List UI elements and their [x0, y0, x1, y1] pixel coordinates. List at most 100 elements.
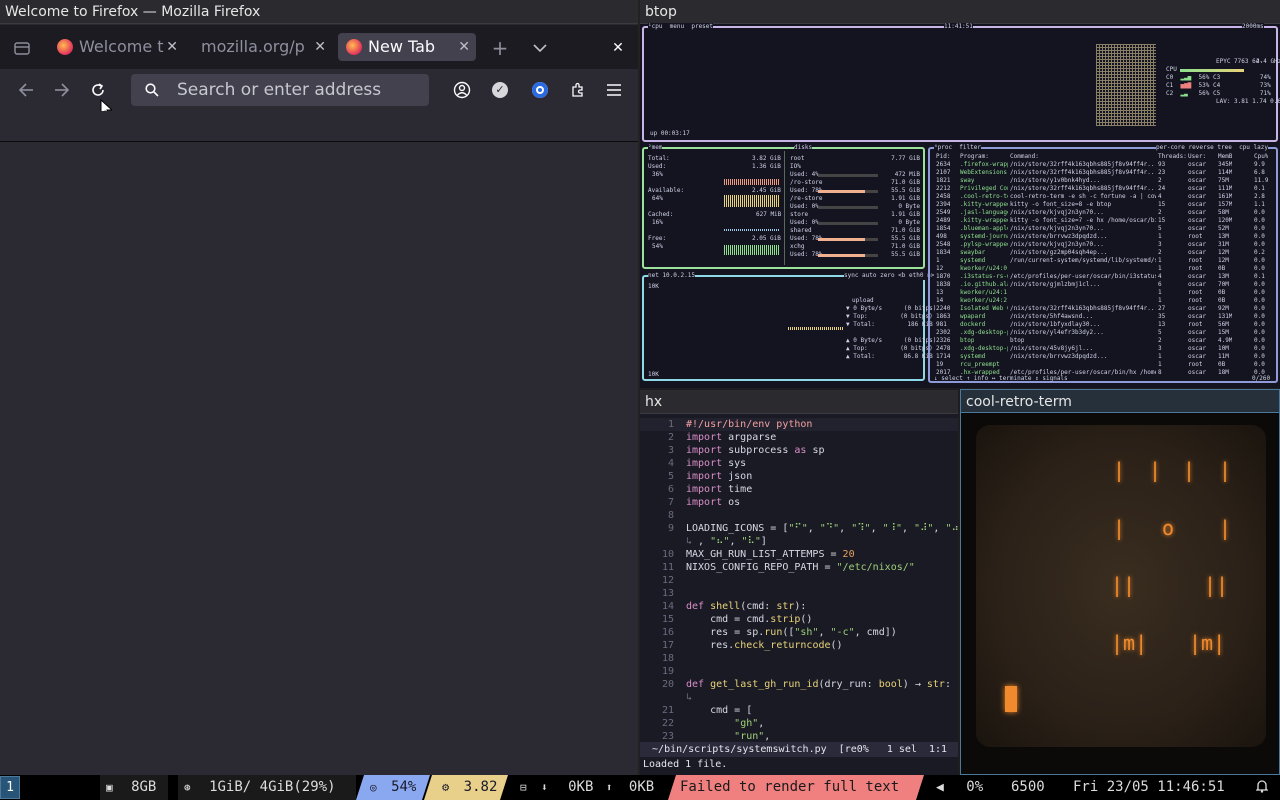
proc-cell: 13M: [1218, 273, 1229, 280]
line-content: import sys: [686, 458, 747, 469]
cpu-box-tabs[interactable]: ¹cpu menu preset: [648, 23, 714, 31]
folder-tabs-icon[interactable]: [10, 36, 34, 60]
line-number: 2: [667, 432, 674, 443]
code-line[interactable]: 5 import json: [640, 470, 958, 483]
proc-cell: 0.0: [1254, 329, 1265, 336]
code-line[interactable]: 16 res = sp.run(["sh", "-c", cmd]): [640, 626, 958, 639]
extension-icon[interactable]: ✓: [488, 78, 512, 102]
code-line[interactable]: 17 res.check_returncode(): [640, 639, 958, 652]
clock-segment: Fri 23/05 11:46:51: [1073, 775, 1243, 800]
disk-name: shared: [790, 227, 812, 234]
code-line[interactable]: 10 MAX_GH_RUN_LIST_ATTEMPS = 20: [640, 548, 958, 561]
disk-size: 0 Byte: [898, 203, 920, 210]
close-icon[interactable]: ✕: [166, 33, 178, 61]
code-line[interactable]: 7 import os: [640, 496, 958, 509]
code-line[interactable]: ↳ , "⠦", "⠧"]: [640, 535, 958, 548]
workspace-button[interactable]: 1: [0, 776, 20, 799]
disk-size: 1.91 GiB: [891, 195, 920, 202]
puzzle-icon[interactable]: [566, 78, 590, 102]
code-line[interactable]: 20 def get_last_gh_run_id(dry_run: bool) …: [640, 678, 958, 691]
new-tab-icon[interactable]: +: [488, 36, 512, 60]
proc-cell: 1: [1158, 233, 1162, 240]
proc-cell: 0.0: [1254, 281, 1265, 288]
net-upload-rows: ▲ 0 Byte/s (0 bitps) ▲ Top: (0 bitps) ▲ …: [846, 337, 937, 360]
code-line[interactable]: 13: [640, 587, 958, 600]
line-content: ↳: [686, 692, 693, 703]
divider: [784, 151, 785, 265]
proc-cell: oscar: [1188, 353, 1207, 360]
proc-cell: 10M: [1218, 345, 1229, 352]
proc-cell: 1: [1158, 265, 1162, 272]
extension-icon[interactable]: [528, 78, 552, 102]
tab-list-icon[interactable]: [528, 36, 552, 60]
code-line[interactable]: 3 import subprocess as sp: [640, 444, 958, 457]
close-icon[interactable]: ✕: [458, 33, 470, 61]
proc-cell: 0.0: [1254, 265, 1265, 272]
code-line[interactable]: 15 cmd = cmd.strip(): [640, 613, 958, 626]
line-number: 10: [661, 549, 674, 560]
proc-box-title[interactable]: ⁴proc filter: [934, 144, 981, 152]
code-line[interactable]: 22 "gh",: [640, 717, 958, 730]
proc-cell: 35: [1158, 313, 1166, 320]
account-icon[interactable]: [450, 78, 474, 102]
proc-footer[interactable]: ↓ select ↑ info ↔ terminate ↕ signals: [934, 375, 1068, 383]
proc-cell: /nix/store/32rff4k163qbhs885jf8v94ff4r..…: [1010, 161, 1156, 168]
tab-mozilla[interactable]: mozilla.org/p ✕: [190, 33, 332, 61]
mem-used: 1.36 GiB: [752, 163, 781, 170]
mem-cached-pct: 16%: [652, 219, 663, 226]
volume-segment[interactable]: ◀ 0%: [936, 775, 996, 800]
gear-icon: ⚙: [442, 780, 450, 794]
net-tabs[interactable]: sync auto zero <b eth0 n>: [844, 272, 935, 280]
line-content: LOADING_ICONS = ["⠋", "⠙", "⠹", "⠸", "⠼"…: [686, 523, 965, 534]
line-number: 9: [667, 523, 674, 534]
code-line[interactable]: 19: [640, 665, 958, 678]
code-line[interactable]: 18: [640, 652, 958, 665]
proc-cell: oscar: [1188, 281, 1207, 288]
code-line[interactable]: ↳: [640, 691, 958, 704]
proc-cell: Pid:: [936, 153, 951, 160]
proc-cell: root: [1188, 297, 1203, 304]
code-line[interactable]: 14 def shell(cmd: str):: [640, 600, 958, 613]
proc-cell: /nix/store/y1v0bnk4hyd...: [1010, 177, 1101, 184]
btop-update-ms[interactable]: 2000ms: [1242, 23, 1264, 31]
proc-cell: 9.9: [1254, 161, 1265, 168]
proc-cell: root: [1188, 321, 1203, 328]
proc-cell: .kitty-wrapped: [960, 201, 1008, 208]
proc-cell: /etc/profiles/per-user/oscar/bin/i3statu…: [1010, 273, 1156, 280]
tab-welcome[interactable]: Welcome t ✕: [50, 33, 184, 61]
proc-cell: 52M: [1218, 225, 1229, 232]
tab-new-tab[interactable]: New Tab ✕: [338, 33, 476, 61]
proc-cell: 0.0: [1254, 257, 1265, 264]
net-scale-top: 10K: [648, 283, 659, 290]
code-line[interactable]: 8: [640, 509, 958, 522]
code-line[interactable]: 1 #!/usr/bin/env python: [640, 418, 958, 431]
net-iface[interactable]: net 10.0.2.15: [648, 272, 695, 280]
proc-cell: .blueman-applet: [960, 225, 1008, 232]
back-icon[interactable]: [14, 78, 38, 102]
proc-box-options[interactable]: per-core reverse tree cpu lazy: [1156, 144, 1268, 152]
disk-size: 0 Byte: [898, 219, 920, 226]
menu-icon[interactable]: [602, 78, 626, 102]
disk-size: 7.77 GiB: [891, 155, 920, 162]
url-bar[interactable]: Search or enter address: [131, 74, 429, 106]
proc-cell: 345M: [1218, 161, 1233, 168]
code-line[interactable]: 21 cmd = [: [640, 704, 958, 717]
code-line[interactable]: 6 import time: [640, 483, 958, 496]
bell-icon[interactable]: [1255, 775, 1276, 800]
proc-cell: 2: [1158, 209, 1162, 216]
code-line[interactable]: 12: [640, 574, 958, 587]
proc-cell: 13: [1158, 321, 1166, 328]
firefox-icon: [57, 39, 73, 55]
disks-box-title: disks: [794, 144, 813, 152]
close-icon[interactable]: ✕: [314, 33, 326, 61]
proc-cell: oscar: [1188, 193, 1207, 200]
proc-cell: 0B: [1218, 297, 1226, 304]
proc-cell: /nix/store/5hf4awsnd...: [1010, 313, 1094, 320]
code-line[interactable]: 4 import sys: [640, 457, 958, 470]
proc-cell: 12M: [1218, 257, 1229, 264]
code-line[interactable]: 11 NIXOS_CONFIG_REPO_PATH = "/etc/nixos/": [640, 561, 958, 574]
code-line[interactable]: 9 LOADING_ICONS = ["⠋", "⠙", "⠹", "⠸", "⠼…: [640, 522, 965, 535]
close-window-icon[interactable]: ✕: [606, 36, 630, 60]
forward-icon[interactable]: [50, 78, 74, 102]
code-line[interactable]: 2 import argparse: [640, 431, 958, 444]
